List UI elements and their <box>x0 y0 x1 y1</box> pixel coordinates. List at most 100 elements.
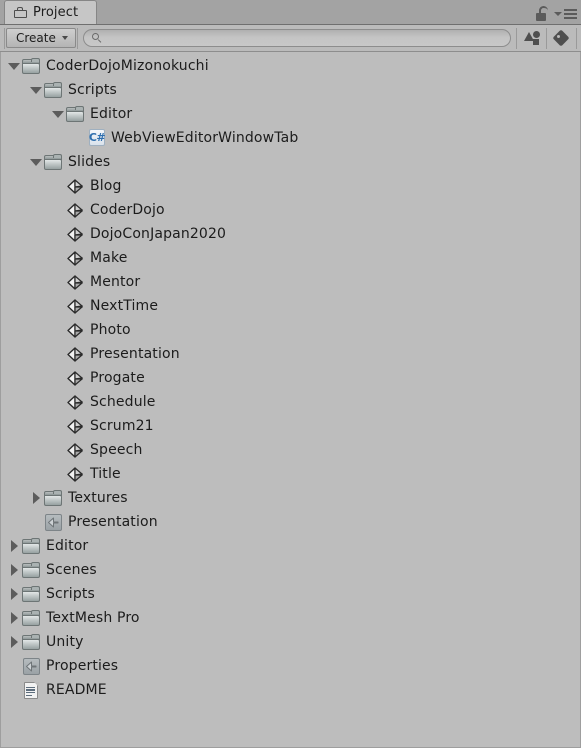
toolbar-divider <box>546 27 547 49</box>
tree-row[interactable]: Slides <box>1 150 580 174</box>
toolbar-divider <box>76 27 78 49</box>
tree-row[interactable]: Scenes <box>1 558 580 582</box>
prefab-icon <box>66 322 85 339</box>
disclosure-triangle-collapsed-icon[interactable] <box>6 630 22 654</box>
tree-row-label: Editor <box>46 538 89 554</box>
tree-row-label: CoderDojo <box>90 202 165 218</box>
prefab-icon <box>66 178 85 195</box>
lock-open-icon[interactable] <box>536 6 549 21</box>
tab-project-label: Project <box>33 5 79 20</box>
disclosure-triangle-expanded-icon[interactable] <box>50 102 66 126</box>
folder-icon <box>22 561 41 579</box>
tree-row[interactable]: Presentation <box>1 342 580 366</box>
tree-row[interactable]: Textures <box>1 486 580 510</box>
create-button-label: Create <box>16 31 56 45</box>
tag-icon <box>552 29 570 47</box>
default-asset-icon <box>22 657 41 675</box>
folder-icon <box>66 105 85 123</box>
tree-row[interactable]: Unity <box>1 630 580 654</box>
search-field[interactable] <box>82 29 511 47</box>
window-tabstrip: Project <box>0 0 581 25</box>
tree-row[interactable]: Scrum21 <box>1 414 580 438</box>
create-button[interactable]: Create <box>6 28 76 48</box>
tree-row[interactable]: Speech <box>1 438 580 462</box>
disclosure-triangle-collapsed-icon[interactable] <box>6 534 22 558</box>
tree-row-label: README <box>46 682 107 698</box>
csharp-script-icon: C# <box>88 129 106 146</box>
tree-row[interactable]: README <box>1 678 580 702</box>
folder-icon <box>44 153 63 171</box>
tree-row-label: NextTime <box>90 298 159 314</box>
tree-row[interactable]: Blog <box>1 174 580 198</box>
disclosure-triangle-expanded-icon[interactable] <box>28 150 44 174</box>
tree-row[interactable]: Scripts <box>1 582 580 606</box>
project-folder-icon <box>14 6 28 19</box>
tree-row-label: Scripts <box>68 82 117 98</box>
prefab-icon <box>66 274 85 291</box>
tree-row[interactable]: CoderDojo <box>1 198 580 222</box>
tree-row[interactable]: Make <box>1 246 580 270</box>
disclosure-triangle-collapsed-icon[interactable] <box>6 606 22 630</box>
chevron-down-icon <box>61 36 68 40</box>
folder-icon <box>44 81 63 99</box>
tree-row[interactable]: Presentation <box>1 510 580 534</box>
prefab-icon <box>66 370 85 387</box>
disclosure-triangle-collapsed-icon[interactable] <box>6 582 22 606</box>
tree-row-label: Blog <box>90 178 122 194</box>
tree-row-label: Slides <box>68 154 111 170</box>
tree-row[interactable]: CoderDojoMizonokuchi <box>1 54 580 78</box>
tree-row[interactable]: Properties <box>1 654 580 678</box>
tree-row[interactable]: Title <box>1 462 580 486</box>
filter-by-label-button[interactable] <box>548 28 575 49</box>
search-icon <box>91 33 102 43</box>
tree-row-label: CoderDojoMizonokuchi <box>46 58 209 74</box>
tree-row[interactable]: TextMesh Pro <box>1 606 580 630</box>
project-asset-tree[interactable]: CoderDojoMizonokuchi Scripts Editor C# WebVi… <box>0 52 581 748</box>
folder-icon <box>22 57 41 75</box>
search-input[interactable] <box>106 31 502 45</box>
disclosure-triangle-expanded-icon[interactable] <box>6 54 22 78</box>
tree-row[interactable]: Photo <box>1 318 580 342</box>
menu-lines <box>564 8 577 19</box>
shapes-icon <box>523 31 540 45</box>
tree-row[interactable]: Scripts <box>1 78 580 102</box>
tree-row-label: Scenes <box>46 562 97 578</box>
tree-row-label: Schedule <box>90 394 156 410</box>
tree-row[interactable]: Mentor <box>1 270 580 294</box>
tree-row[interactable]: NextTime <box>1 294 580 318</box>
tree-row-label: Title <box>90 466 121 482</box>
tree-row[interactable]: Editor <box>1 534 580 558</box>
tree-row[interactable]: Editor <box>1 102 580 126</box>
tree-row-label: Progate <box>90 370 145 386</box>
tree-row[interactable]: DojoConJapan2020 <box>1 222 580 246</box>
toolbar-divider <box>576 27 577 49</box>
disclosure-triangle-expanded-icon[interactable] <box>28 78 44 102</box>
prefab-icon <box>66 442 85 459</box>
tree-row[interactable]: C# WebViewEditorWindowTab <box>1 126 580 150</box>
default-asset-icon <box>44 513 63 531</box>
prefab-icon <box>66 418 85 435</box>
tree-row-label: Make <box>90 250 128 266</box>
tab-project[interactable]: Project <box>4 0 98 24</box>
prefab-icon <box>66 250 85 267</box>
tree-row-label: Speech <box>90 442 143 458</box>
tree-row-label: Scrum21 <box>90 418 154 434</box>
disclosure-triangle-collapsed-icon[interactable] <box>28 486 44 510</box>
filter-by-type-button[interactable] <box>518 28 545 49</box>
prefab-icon <box>66 394 85 411</box>
tree-row-label: Presentation <box>90 346 180 362</box>
disclosure-triangle-collapsed-icon[interactable] <box>6 558 22 582</box>
tree-row[interactable]: Schedule <box>1 390 580 414</box>
hamburger-menu-icon[interactable] <box>554 8 577 19</box>
tree-row[interactable]: Progate <box>1 366 580 390</box>
